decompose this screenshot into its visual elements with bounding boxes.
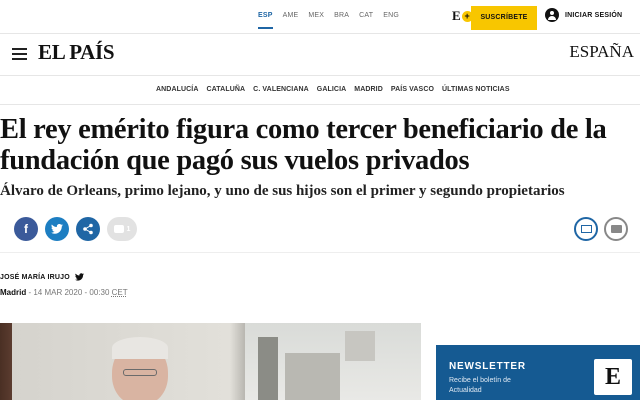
twitter-icon[interactable] bbox=[74, 273, 84, 281]
section-pais-vasco[interactable]: PAÍS VASCO bbox=[391, 86, 434, 93]
section-galicia[interactable]: GALICIA bbox=[317, 86, 346, 93]
edition-ame[interactable]: AME bbox=[283, 12, 299, 29]
newsletter-promo[interactable]: NEWSLETTER Recibe el boletín de Actualid… bbox=[436, 345, 640, 400]
comment-count: 1 bbox=[126, 225, 131, 233]
facebook-icon: f bbox=[24, 222, 28, 236]
article-photo bbox=[0, 323, 421, 400]
newsletter-description: Recibe el boletín de Actualidad bbox=[449, 377, 511, 394]
site-logo[interactable]: EL PAÍS bbox=[38, 40, 115, 65]
facebook-share-button[interactable]: f bbox=[14, 217, 38, 241]
share-more-button[interactable] bbox=[76, 217, 100, 241]
login-label: INICIAR SESIÓN bbox=[565, 11, 623, 19]
edition-bra[interactable]: BRA bbox=[334, 12, 349, 29]
article-tools bbox=[574, 217, 628, 241]
comment-icon bbox=[113, 225, 124, 233]
section-andalucia[interactable]: ANDALUCÍA bbox=[156, 86, 199, 93]
edition-cat[interactable]: CAT bbox=[359, 12, 373, 29]
edition-eng[interactable]: ENG bbox=[383, 12, 399, 29]
section-valenciana[interactable]: C. VALENCIANA bbox=[253, 86, 309, 93]
twitter-share-button[interactable] bbox=[45, 217, 69, 241]
share-bar: f 1 bbox=[14, 217, 137, 241]
edition-selector: ESP AME MEX BRA CAT ENG bbox=[258, 12, 399, 29]
el-pais-e-logo: E bbox=[594, 359, 632, 395]
print-icon bbox=[610, 225, 622, 233]
eplus-letter: E bbox=[452, 8, 461, 23]
twitter-icon bbox=[51, 224, 63, 234]
comments-button[interactable]: 1 bbox=[107, 217, 137, 241]
section-cataluna[interactable]: CATALUÑA bbox=[207, 86, 246, 93]
print-button[interactable] bbox=[604, 217, 628, 241]
edition-esp[interactable]: ESP bbox=[258, 12, 273, 29]
author-name[interactable]: JOSÉ MARÍA IRUJO bbox=[0, 274, 70, 281]
section-ultimas-noticias[interactable]: ÚLTIMAS NOTICIAS bbox=[442, 86, 510, 93]
region-label[interactable]: ESPAÑA bbox=[569, 42, 634, 62]
dateline-date: - 14 MAR 2020 - 00:30 bbox=[28, 288, 110, 297]
dateline: Madrid - 14 MAR 2020 - 00:30 CET bbox=[0, 288, 128, 297]
article-subtitle: Álvaro de Orleans, primo lejano, y uno d… bbox=[0, 183, 565, 199]
edition-bar: ESP AME MEX BRA CAT ENG E + SUSCRÍBETE IN… bbox=[0, 0, 640, 34]
login-button[interactable]: INICIAR SESIÓN bbox=[545, 8, 622, 22]
byline: JOSÉ MARÍA IRUJO bbox=[0, 273, 84, 281]
dateline-place: Madrid bbox=[0, 288, 27, 297]
edition-mex[interactable]: MEX bbox=[308, 12, 324, 29]
email-button[interactable] bbox=[574, 217, 598, 241]
user-icon bbox=[545, 8, 559, 22]
share-icon bbox=[83, 223, 93, 235]
mail-icon bbox=[580, 225, 592, 233]
site-header: EL PAÍS ESPAÑA bbox=[0, 34, 640, 76]
section-nav: ANDALUCÍA CATALUÑA C. VALENCIANA GALICIA… bbox=[0, 77, 640, 105]
dateline-timezone: CET bbox=[111, 288, 128, 297]
divider bbox=[0, 252, 640, 253]
menu-icon[interactable] bbox=[12, 48, 27, 60]
eplus-logo[interactable]: E + bbox=[452, 8, 473, 24]
article-headline: El rey emérito figura como tercer benefi… bbox=[0, 114, 607, 176]
section-madrid[interactable]: MADRID bbox=[354, 86, 383, 93]
newsletter-title: NEWSLETTER bbox=[449, 361, 526, 372]
subscribe-button[interactable]: SUSCRÍBETE bbox=[471, 6, 537, 30]
